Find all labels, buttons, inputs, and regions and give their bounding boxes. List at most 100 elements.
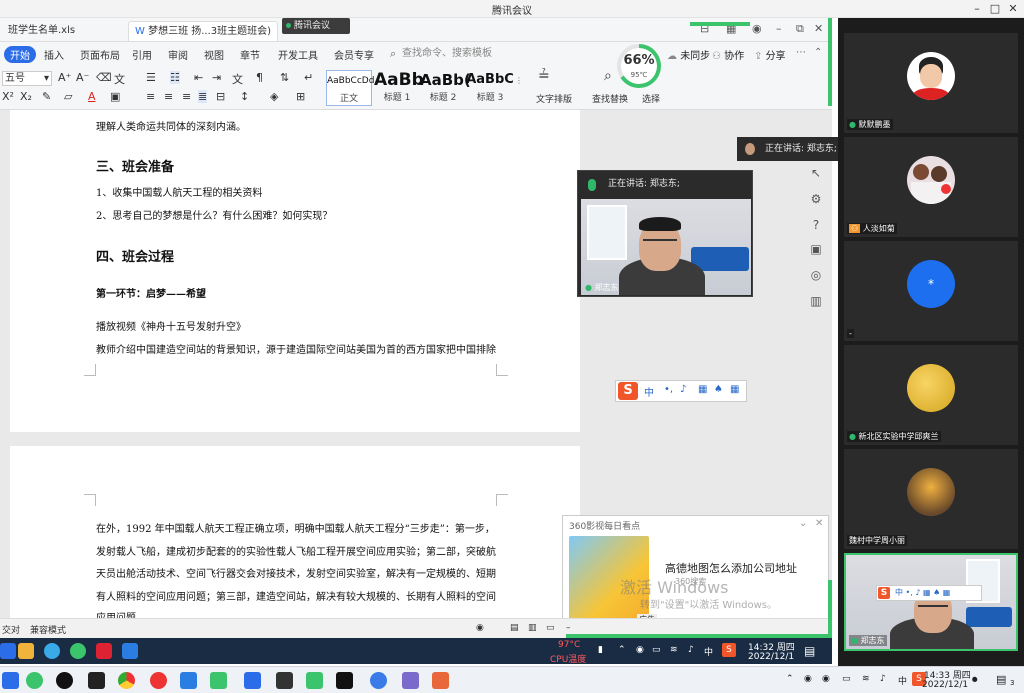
notification-icon[interactable]: ▤ [804, 644, 815, 658]
shrink-font-icon[interactable]: A⁻ [76, 71, 89, 84]
close-popup-icon[interactable]: ✕ [815, 518, 823, 529]
phonetic-icon[interactable]: 文 [114, 71, 125, 87]
align-center-icon[interactable]: ≡ [164, 90, 173, 103]
clock-date[interactable]: 2022/12/1 [922, 680, 968, 690]
battery-icon[interactable]: ▮ [598, 645, 603, 655]
wifi-icon[interactable]: ≋ [862, 674, 870, 684]
shading-icon[interactable]: ◈ [270, 90, 278, 103]
tray-up-icon[interactable]: ⌃ [618, 645, 626, 655]
app-icon[interactable] [276, 672, 293, 689]
tray-icon[interactable]: ◉ [636, 645, 644, 655]
grow-font-icon[interactable]: A⁺ [58, 71, 71, 84]
ime-voice-icon[interactable]: ♪ [680, 384, 686, 395]
app-icon[interactable] [402, 672, 419, 689]
ime-tools-icon[interactable]: ▦ [730, 384, 739, 395]
record-icon[interactable]: ⏺ [972, 673, 978, 687]
distributed-icon[interactable]: ⊟ [216, 90, 225, 103]
start-icon[interactable] [2, 672, 19, 689]
minimize-wps-button[interactable]: – [776, 22, 782, 35]
book-icon[interactable]: ▥ [809, 294, 823, 308]
cursor-icon[interactable]: ↖ [809, 166, 823, 180]
chinese-layout-icon[interactable]: 文 [232, 71, 243, 87]
app-icon[interactable] [244, 672, 261, 689]
paragraph[interactable]: 理解人类命运共同体的深刻内涵。 [96, 118, 246, 133]
menu-home[interactable]: 开始 [4, 46, 36, 63]
char-border-icon[interactable]: ▣ [110, 90, 120, 103]
collapse-ribbon-icon[interactable]: ⌃ [814, 47, 822, 58]
tab-class-meeting-doc[interactable]: W 梦想三班 扬...3班主题班会) [128, 21, 278, 41]
explorer-icon[interactable] [18, 643, 34, 659]
superscript-icon[interactable]: X² [2, 90, 14, 103]
status-proof[interactable]: 交对 [2, 623, 20, 636]
style-heading-2[interactable]: AaBb( 标题 2 [420, 70, 471, 106]
participant-tile[interactable]: 魏村中学周小丽 [844, 449, 1018, 549]
location-icon[interactable]: ◎ [809, 268, 823, 282]
360-icon[interactable] [70, 643, 86, 659]
ppt-icon[interactable] [432, 672, 449, 689]
sort-icon[interactable]: ⇅ [280, 71, 289, 84]
style-heading-1[interactable]: AaBb 标题 1 [374, 70, 424, 106]
wps-icon[interactable] [96, 643, 112, 659]
menu-insert[interactable]: 插入 [44, 47, 64, 62]
section-title[interactable]: 第一环节：启梦——希望 [96, 285, 206, 300]
image-icon[interactable]: ▣ [809, 242, 823, 256]
remote-clock-date[interactable]: 2022/12/1 [748, 652, 794, 662]
find-replace-button[interactable]: 查找替换 [592, 92, 628, 105]
paragraph[interactable]: 播放视频《神舟十五号发射升空》 [96, 318, 246, 333]
participant-tile[interactable]: ● 默默鹏墨 [844, 33, 1018, 133]
capcut-icon[interactable] [336, 672, 353, 689]
paragraph[interactable]: 教师介绍中国建造空间站的背景知识，源于建造国际空间站美国为首的西方国家把中国排除 [96, 341, 496, 356]
notification-icon[interactable]: ▤ [996, 673, 1006, 686]
participant-tile[interactable]: ⚇ 人淡如菊 [844, 137, 1018, 237]
heading-preparation[interactable]: 三、班会准备 [96, 156, 174, 175]
restore-wps-button[interactable]: ⧉ [796, 22, 804, 36]
tray-icon[interactable]: ▭ [842, 674, 851, 684]
netease-icon[interactable] [150, 672, 167, 689]
maximize-button[interactable]: □ [986, 1, 1004, 17]
ime-skin-icon[interactable]: ♠ [714, 384, 723, 395]
start-icon[interactable] [0, 643, 16, 659]
close-button[interactable]: ✕ [1004, 1, 1022, 17]
font-size-select[interactable]: 五号 ▾ [2, 71, 52, 86]
menu-developer[interactable]: 开发工具 [278, 47, 318, 62]
tray-icon[interactable]: ◉ [804, 674, 812, 684]
zoom-out-icon[interactable]: – [566, 623, 571, 633]
ime-indicator[interactable]: 中 [898, 674, 907, 687]
styles-scroll-icon[interactable]: ⋮ [515, 76, 523, 85]
sogou-tray-icon[interactable]: S [722, 643, 736, 657]
menu-review[interactable]: 审阅 [168, 47, 188, 62]
show-marks-icon[interactable]: ¶ [256, 71, 263, 84]
adjust-icon[interactable]: ⚙ [809, 192, 823, 206]
highlight-color-icon[interactable]: ▱ [64, 90, 72, 103]
menu-member[interactable]: 会员专享 [334, 47, 374, 62]
app-icon[interactable] [370, 672, 387, 689]
avatar-icon[interactable]: ◉ [752, 22, 762, 35]
tray-icon[interactable]: ◉ [822, 674, 830, 684]
tray-up-icon[interactable]: ⌃ [786, 674, 794, 684]
subscript-icon[interactable]: X₂ [20, 90, 32, 103]
align-right-icon[interactable]: ≡ [182, 90, 191, 103]
minimize-button[interactable]: – [968, 1, 986, 17]
justify-icon[interactable]: ≣ [198, 90, 208, 103]
tray-icon[interactable]: ▭ [652, 645, 661, 655]
text-layout-button[interactable]: 文字排版 [536, 92, 572, 105]
share-button[interactable]: ⇪ 分享 [754, 47, 786, 62]
participant-tile-active[interactable]: S 中 •, ♪ ▦ ♠ ▦ ● 郑志东 [844, 553, 1018, 651]
menu-chapter[interactable]: 章节 [240, 47, 260, 62]
read-mode-icon[interactable]: ▭ [546, 623, 555, 633]
page-view-icon[interactable]: ▤ [510, 623, 519, 633]
command-search-input[interactable]: 查找命令、搜索模板 [402, 46, 502, 62]
paragraph-line[interactable]: 发射载人飞船，建成初步配套的的实验性载人飞船工程开展空间应用实验；第二部，突破航 [96, 543, 496, 558]
paragraph-line[interactable]: 有人照料的空间应用问题；第三部，建造空间站，解决有较大规模的、长期有人照料的空间 [96, 588, 496, 603]
app-icon[interactable] [88, 672, 105, 689]
ime-toolbar[interactable]: S 中 •, ♪ ▦ ♠ ▦ [615, 380, 747, 402]
line-spacing-icon[interactable]: ↕ [240, 90, 249, 103]
borders-icon[interactable]: ⊞ [296, 90, 305, 103]
browser-icon[interactable] [44, 643, 60, 659]
bullet-list-icon[interactable]: ☰ [146, 71, 156, 84]
app-icon[interactable] [210, 672, 227, 689]
help-icon[interactable]: ? [809, 218, 823, 232]
select-button[interactable]: 选择 [642, 92, 660, 105]
style-normal[interactable]: AaBbCcDd 正文 [326, 70, 374, 106]
meeting-app-icon[interactable] [122, 643, 138, 659]
